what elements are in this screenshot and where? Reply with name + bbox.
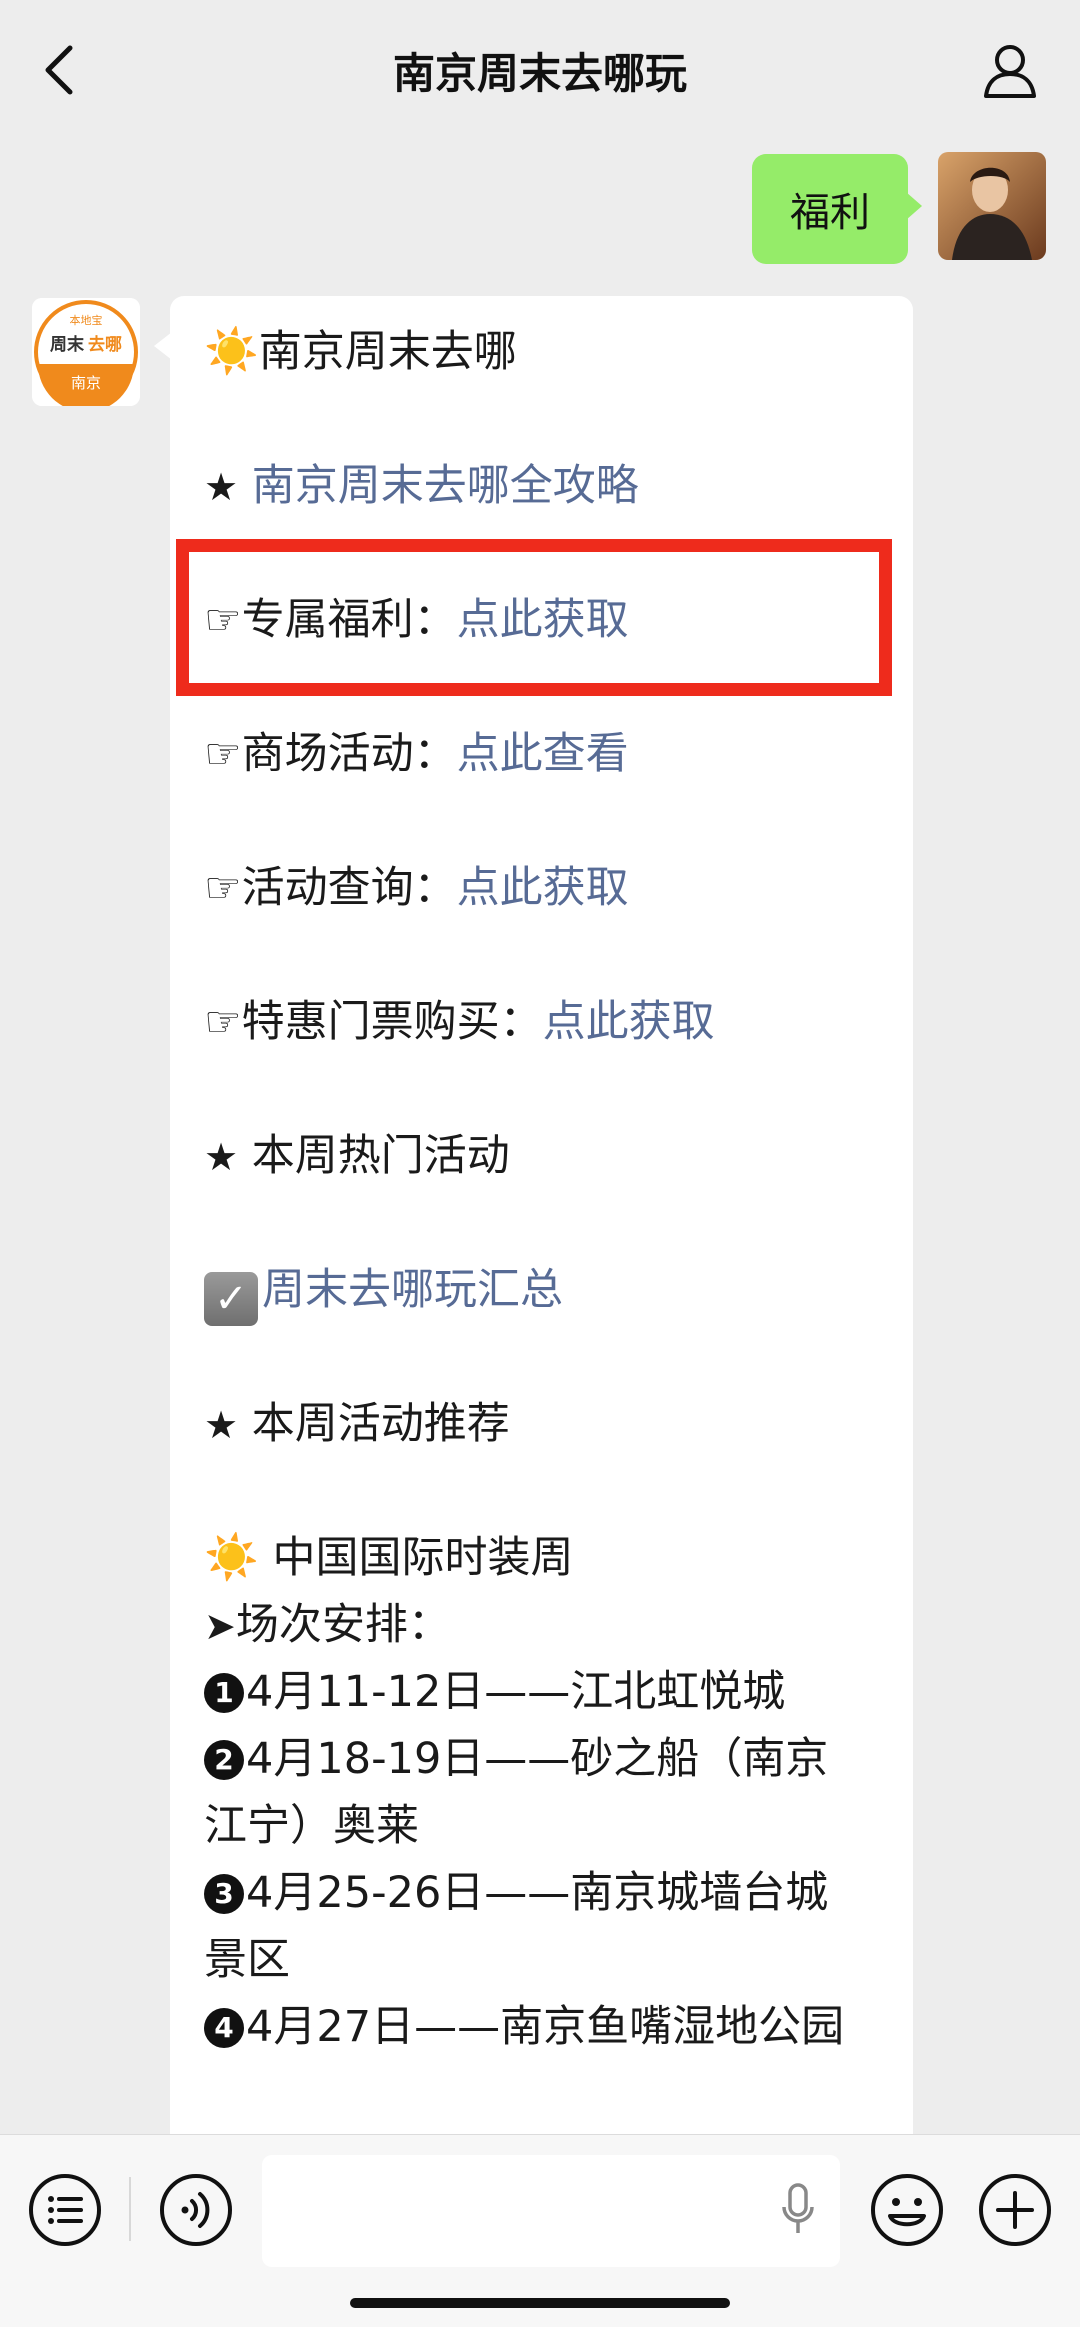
number-badge-icon: 2: [204, 1740, 244, 1780]
logo-badge-text: 本地宝: [70, 313, 103, 327]
account-avatar[interactable]: 本地宝 周末 去哪 南京: [32, 298, 140, 406]
session-line-2: 2 4月18-19日——砂之船（南京: [204, 1729, 828, 1789]
session-line-3-cont: 景区: [204, 1930, 290, 1990]
logo-brand-text-2: 去哪: [88, 334, 122, 355]
nav-bar: 南京周末去哪玩: [0, 0, 1080, 140]
hot-line: ★ 本周热门活动: [204, 1126, 510, 1187]
summary-link[interactable]: 周末去哪玩汇总: [262, 1265, 563, 1315]
query-link[interactable]: 点此获取: [457, 863, 629, 913]
star-icon: ★: [204, 465, 239, 509]
star-icon: ★: [204, 1403, 239, 1447]
divider: [129, 2177, 131, 2241]
guide-line: ★ 南京周末去哪全攻略: [204, 456, 639, 517]
my-message-bubble[interactable]: 福利: [752, 154, 922, 264]
star-icon: ★: [204, 1135, 239, 1179]
message-title: 南京周末去哪: [258, 327, 517, 377]
session-text: 景区: [204, 1935, 290, 1985]
logo-city-text: 南京: [71, 374, 101, 392]
mall-link[interactable]: 点此查看: [457, 729, 629, 779]
message-input[interactable]: [262, 2155, 840, 2267]
ticket-line: ☞特惠门票购买：点此获取: [204, 992, 715, 1052]
microphone-icon[interactable]: [780, 2181, 816, 2241]
query-label: 活动查询：: [241, 863, 457, 913]
event-line: ☀️ 中国国际时装周: [204, 1528, 573, 1588]
session-text: 4月25-26日——南京城墙台城: [246, 1868, 829, 1918]
checkbox-icon: ✓: [204, 1272, 258, 1326]
sun-icon: ☀️: [204, 326, 259, 377]
session-line-4: 4 4月27日——南京鱼嘴湿地公园: [204, 1997, 844, 2057]
query-line: ☞活动查询：点此获取: [204, 858, 629, 918]
mall-line: ☞商场活动：点此查看: [204, 724, 629, 784]
my-avatar[interactable]: [938, 152, 1046, 260]
session-text: 4月11-12日——江北虹悦城: [246, 1667, 786, 1717]
hot-heading: 本周热门活动: [251, 1131, 510, 1181]
mall-label: 商场活动：: [241, 729, 457, 779]
logo-brand-text-1: 周末: [50, 334, 85, 355]
page-title: 南京周末去哪玩: [392, 48, 687, 98]
my-message-text: 福利: [790, 190, 870, 236]
schedule-label: 场次安排：: [235, 1600, 451, 1650]
pointing-hand-icon: ☞: [204, 863, 242, 912]
number-badge-icon: 3: [204, 1874, 244, 1914]
session-text: 4月27日——南京鱼嘴湿地公园: [246, 2002, 845, 2052]
profile-icon[interactable]: [980, 40, 1040, 100]
ticket-label: 特惠门票购买：: [241, 997, 543, 1047]
back-chevron-icon[interactable]: [40, 42, 80, 98]
ticket-link[interactable]: 点此获取: [543, 997, 715, 1047]
avatar-photo: [938, 152, 1046, 260]
sun-icon: ☀️: [204, 1532, 259, 1583]
session-line-3: 3 4月25-26日——南京城墙台城: [204, 1863, 828, 1923]
summary-line: ✓ 周末去哪玩汇总: [204, 1260, 563, 1326]
recommend-line: ★ 本周活动推荐: [204, 1394, 510, 1455]
emoji-icon[interactable]: [868, 2171, 946, 2249]
session-text: 4月18-19日——砂之船（南京: [246, 1734, 829, 1784]
schedule-line: ➤场次安排：: [204, 1595, 451, 1656]
session-line-2-cont: 江宁）奥莱: [204, 1796, 419, 1856]
arrow-icon: ➤: [204, 1604, 236, 1648]
session-line-1: 1 4月11-12日——江北虹悦城: [204, 1662, 785, 1722]
recommend-heading: 本周活动推荐: [251, 1399, 510, 1449]
voice-icon[interactable]: [157, 2171, 235, 2249]
guide-link[interactable]: 南京周末去哪全攻略: [252, 461, 639, 511]
home-indicator: [350, 2298, 730, 2308]
account-logo: 本地宝 周末 去哪 南京: [32, 298, 140, 406]
menu-list-icon[interactable]: [26, 2171, 104, 2249]
pointing-hand-icon: ☞: [204, 729, 242, 778]
event-name: 中国国际时装周: [272, 1533, 574, 1583]
session-text: 江宁）奥莱: [204, 1801, 419, 1851]
message-title-line: ☀️南京周末去哪: [204, 322, 517, 382]
highlight-box: [176, 539, 892, 696]
pointing-hand-icon: ☞: [204, 997, 242, 1046]
number-badge-icon: 1: [204, 1673, 244, 1713]
number-badge-icon: 4: [204, 2008, 244, 2048]
plus-icon[interactable]: [976, 2171, 1054, 2249]
